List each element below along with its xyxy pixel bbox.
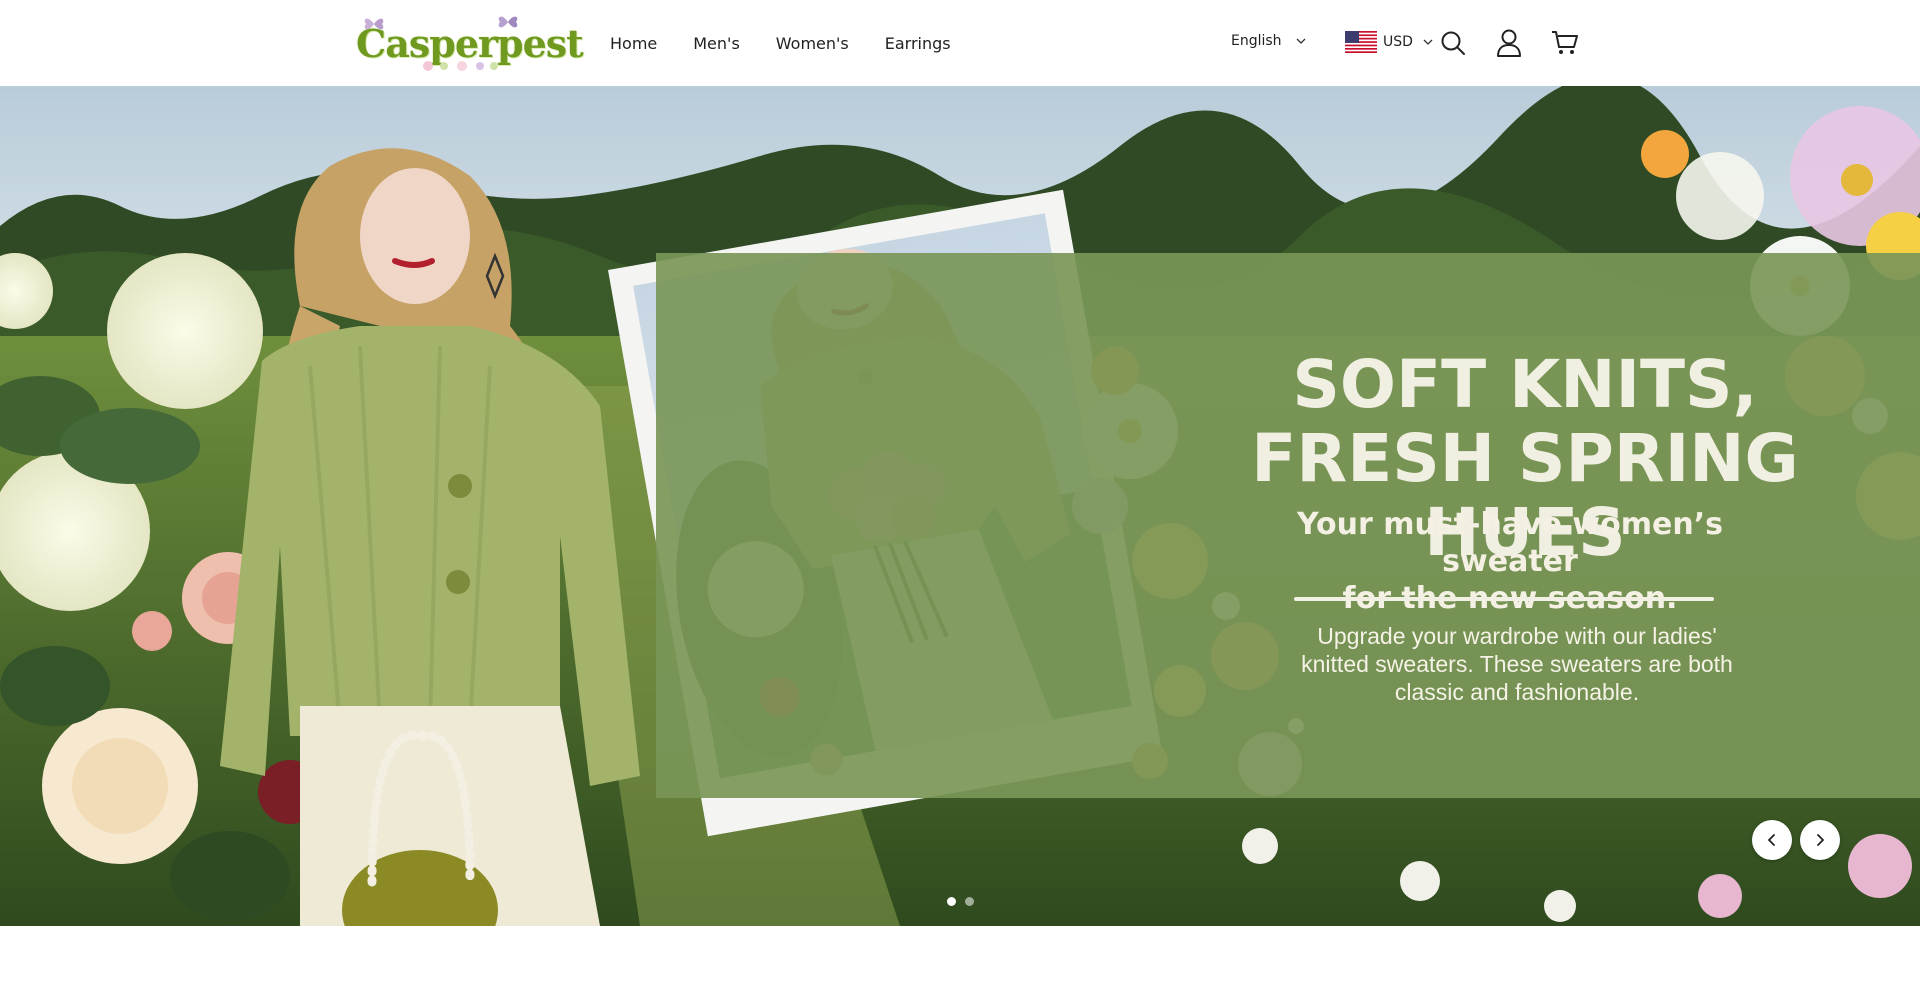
cart-button[interactable] (1549, 27, 1581, 59)
site-header: Casperpest Home Men's Women's Earrings E… (0, 0, 1920, 86)
hero-subhead-line-1: Your must-have women’s sweater (1297, 507, 1723, 579)
carousel-prev-button[interactable] (1752, 820, 1792, 860)
carousel-dot-2[interactable] (965, 897, 974, 906)
hero-body-line-1: Upgrade your wardrobe with our ladies' (1317, 623, 1717, 649)
language-selector[interactable]: English (1231, 33, 1306, 49)
chevron-down-icon (1296, 38, 1306, 44)
cart-icon (1552, 31, 1578, 54)
us-flag-icon (1345, 31, 1377, 53)
account-icon (1497, 29, 1521, 57)
carousel-next-button[interactable] (1800, 820, 1840, 860)
chevron-left-icon (1768, 834, 1775, 846)
currency-selector[interactable]: USD (1345, 31, 1433, 53)
search-button[interactable] (1437, 27, 1469, 59)
carousel-pagination (947, 897, 974, 906)
chevron-right-icon (1817, 834, 1824, 846)
nav-womens[interactable]: Women's (776, 34, 849, 53)
hero-body-line-2: knitted sweaters. These sweaters are bot… (1301, 651, 1733, 677)
floral-ornament-icon (423, 61, 498, 71)
chevron-down-icon (1423, 39, 1433, 45)
hero-headline-line-1: SOFT KNITS, (1292, 346, 1758, 423)
nav-mens[interactable]: Men's (693, 34, 740, 53)
nav-earrings[interactable]: Earrings (885, 34, 951, 53)
brand-logo[interactable]: Casperpest (356, 15, 584, 71)
butterfly-icon (498, 16, 518, 28)
main-nav: Home Men's Women's Earrings (610, 0, 987, 86)
hero-banner[interactable]: SOFT KNITS, FRESH SPRING HUES Your must-… (0, 86, 1920, 926)
account-button[interactable] (1493, 27, 1525, 59)
butterfly-icon (364, 18, 384, 30)
currency-label: USD (1383, 34, 1413, 50)
language-label: English (1231, 33, 1282, 49)
nav-home[interactable]: Home (610, 34, 657, 53)
hero-body-line-3: classic and fashionable. (1394, 679, 1640, 705)
carousel-dot-1[interactable] (947, 897, 956, 906)
search-icon (1441, 31, 1465, 55)
hero-body-text: Upgrade your wardrobe with our ladies' k… (1270, 622, 1764, 706)
hero-divider (1294, 597, 1714, 601)
